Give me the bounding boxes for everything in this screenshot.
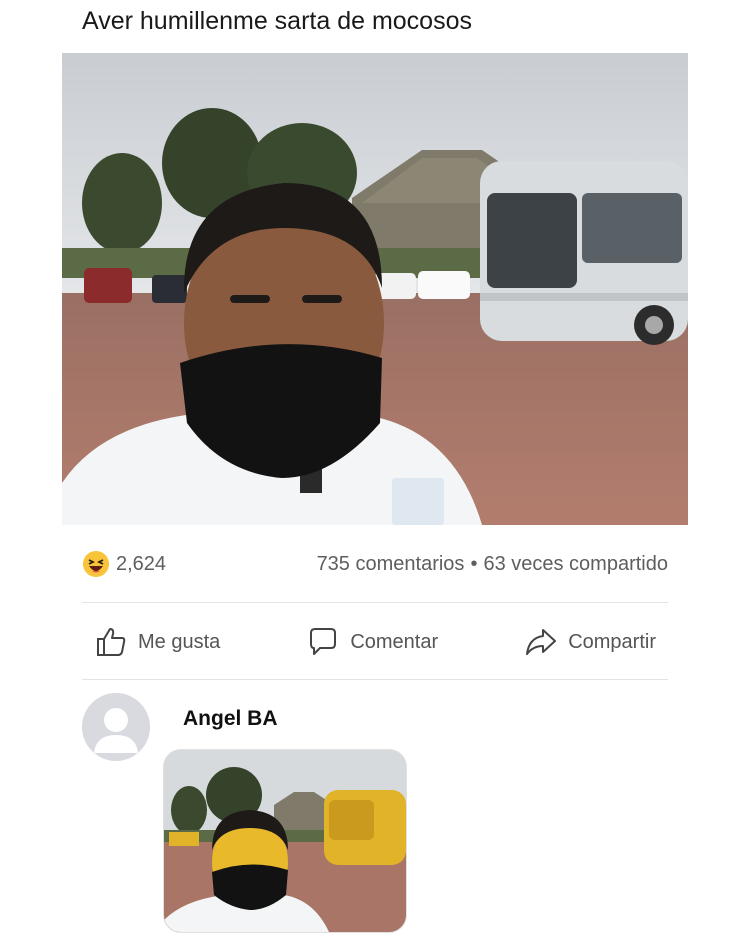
- stats-separator: •: [470, 552, 478, 575]
- shares-count-link[interactable]: 63 veces compartido: [483, 553, 668, 576]
- divider-top: [82, 602, 668, 603]
- comment-button[interactable]: Comentar: [294, 621, 450, 663]
- speech-bubble-icon: [310, 628, 337, 655]
- share-arrow-icon: [526, 629, 557, 655]
- post-caption: Aver humillenme sarta de mocosos: [82, 7, 472, 35]
- divider-bottom: [82, 679, 668, 680]
- post-stats: 2,624 735 comentarios • 63 veces compart…: [82, 548, 668, 580]
- reactions-summary[interactable]: 2,624: [82, 550, 166, 578]
- comment-author-name[interactable]: Angel BA: [183, 707, 278, 731]
- share-label: Compartir: [568, 630, 656, 653]
- comment-label: Comentar: [350, 630, 439, 653]
- default-avatar-icon: [94, 708, 138, 753]
- comments-count-link[interactable]: 735 comentarios: [317, 553, 465, 576]
- post-photo[interactable]: [62, 53, 688, 525]
- reaction-count: 2,624: [116, 552, 167, 575]
- thumbs-up-icon: [97, 628, 126, 656]
- like-label: Me gusta: [138, 630, 221, 653]
- selfie-photo-illustration: [62, 53, 688, 525]
- avatar[interactable]: [82, 693, 150, 761]
- haha-emoji-icon: [83, 551, 109, 577]
- comment-image[interactable]: [163, 749, 407, 933]
- share-button[interactable]: Compartir: [512, 621, 668, 663]
- like-button[interactable]: Me gusta: [82, 621, 232, 663]
- edited-selfie-illustration: [164, 750, 406, 932]
- post-actions: Me gusta Comentar Compartir: [82, 619, 668, 665]
